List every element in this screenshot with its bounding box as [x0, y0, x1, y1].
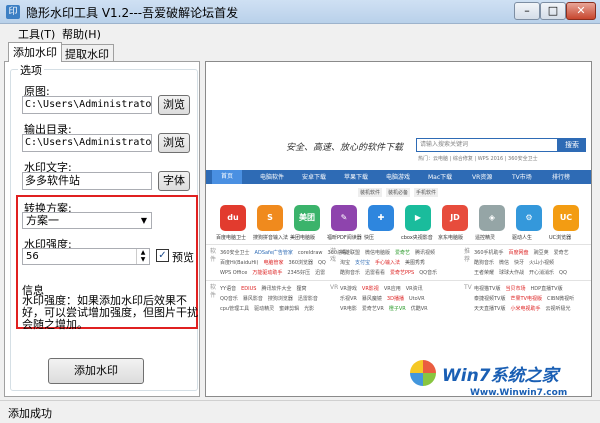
status-bar: 添加成功 — [0, 400, 600, 423]
title-bar: 印 隐形水印工具 V1.2---吾爱破解论坛首发 – □ ✕ — [0, 0, 600, 24]
preview-app-label: 驱动人生 — [512, 235, 533, 241]
preview-app-icon: ◈ — [479, 205, 505, 231]
preview-nav-bar: 首页 电脑软件 安卓下载 苹果下载 电脑游戏 Mac下载 VR资源 TV市场 排… — [206, 170, 591, 184]
preview-app-icon: ✚ — [368, 205, 394, 231]
windows-logo-icon — [410, 360, 436, 386]
preview-app-label: 京东电脑版 — [438, 235, 464, 241]
preview-nav-item: Mac下载 — [428, 174, 453, 181]
preview-link-block: 电视猫TV版 当贝市场 HDP直播TV版 泰捷视频TV版 芒果TV电视版 CIBN微视听… — [474, 286, 575, 312]
status-text: 添加成功 — [8, 407, 52, 420]
preview-category: TV — [464, 284, 472, 291]
maximize-button[interactable]: □ — [540, 2, 566, 20]
preview-nav-item: TV市场 — [512, 174, 532, 181]
preview-app-icon: JD — [442, 205, 468, 231]
preview-search-input: 请输入搜索关键词 — [416, 138, 558, 152]
watermark-text-input[interactable]: 多多软件站 — [22, 172, 152, 190]
strength-value: 56 — [26, 251, 39, 262]
chevron-down-icon[interactable]: ▼ — [137, 213, 151, 228]
add-watermark-button[interactable]: 添加水印 — [48, 358, 144, 384]
preview-slogan: 安全、高速、放心的软件下载 — [286, 143, 404, 153]
preview-link-block: 360手机助手 百度网盘 豌豆荚 爱奇艺 酷狗音乐 微信 快牙 火山小视频 王者荣耀 球球大作… — [474, 250, 569, 276]
preview-nav-item: 首页 — [212, 170, 243, 184]
menu-bar: 工具(T) 帮助(H) — [0, 24, 600, 42]
preview-app-icon: ✎ — [331, 205, 357, 231]
menu-help[interactable]: 帮助(H) — [62, 26, 101, 42]
preview-app-label: UC浏览器 — [549, 235, 572, 241]
preview-nav-item: 电脑软件 — [260, 174, 285, 181]
window-title: 隐形水印工具 V1.2---吾爱破解论坛首发 — [26, 6, 239, 20]
tab-add-watermark[interactable]: 添加水印 — [8, 42, 62, 62]
scheme-select-value: 方案一 — [26, 214, 59, 227]
app-icon: 印 — [6, 5, 20, 19]
preview-link-block: 英雄联盟 微信电脑版 爱奇艺 腾讯视频 淘宝 支付宝 手心输入法 美图秀秀 酷狗音乐 迅雷看看… — [340, 250, 438, 276]
preview-nav-item: 苹果下载 — [344, 174, 369, 181]
close-button[interactable]: ✕ — [566, 2, 596, 20]
preview-label: 预览 — [172, 251, 194, 264]
preview-app-icon: ▶ — [405, 205, 431, 231]
preview-link-block: YY语音 EDIUS 腾讯软件大全 狸窝 QQ音乐 暴风影音 搜狗浏览器 迅雷影音 cpu管… — [220, 286, 318, 312]
image-preview: 安全、高速、放心的软件下载 请输入搜索关键词 搜索 热门：云电脑 | 综合修复 … — [205, 61, 592, 397]
preview-app-label: 福昕PDF阅读器 — [327, 235, 362, 241]
preview-subtab: 装机必备 — [386, 188, 411, 197]
preview-app-label: 百度电脑卫士 — [216, 235, 247, 241]
preview-app-icon: 美团 — [294, 205, 320, 231]
preview-app-label: 搜狗拼音输入法 — [253, 235, 289, 241]
output-path-input[interactable]: C:\Users\Administrator\Desk — [22, 134, 152, 152]
preview-category: 软件 — [210, 284, 217, 299]
source-browse-button[interactable]: 浏览 — [158, 95, 190, 115]
preview-nav-item: 电脑游戏 — [386, 174, 411, 181]
output-browse-button[interactable]: 浏览 — [158, 133, 190, 153]
source-path-input[interactable]: C:\Users\Administrator\Desk — [22, 96, 152, 114]
font-button[interactable]: 字体 — [158, 171, 190, 191]
preview-app-icon: S — [257, 205, 283, 231]
preview-hot-words: 热门：云电脑 | 综合修复 | WPS 2016 | 360安全卫士 — [418, 156, 538, 162]
preview-app-label: 美团电脑版 — [290, 235, 316, 241]
tab-extract-watermark[interactable]: 提取水印 — [60, 44, 114, 61]
preview-divider — [206, 244, 591, 245]
preview-category: 推荐 — [464, 248, 471, 263]
preview-subtab: 手机软件 — [414, 188, 439, 197]
preview-checkbox[interactable]: ✓ — [156, 249, 169, 262]
options-group-title: 选项 — [18, 62, 44, 78]
preview-nav-item: 排行榜 — [552, 174, 571, 181]
preview-category: 游戏 — [330, 248, 337, 263]
spin-up-down-icon[interactable]: ▲ ▼ — [136, 249, 149, 264]
preview-nav-item: 安卓下载 — [302, 174, 327, 181]
watermark-brand: Win7系统之家 — [442, 366, 559, 386]
preview-app-label: 快压 — [364, 235, 375, 241]
preview-app-icon: ⚙ — [516, 205, 542, 231]
preview-link-block: VR游戏 VR影视 VR应用 VR资讯 乐视VR 暴风魔镜 3D播播 UtoVR VR电影爱… — [340, 286, 428, 312]
menu-tools[interactable]: 工具(T) — [18, 26, 55, 42]
strength-stepper[interactable]: 56 ▲ ▼ — [22, 248, 150, 265]
preview-subtab: 装机软件 — [358, 188, 383, 197]
preview-app-icon: UC — [553, 205, 579, 231]
watermark-url: Www.Winwin7.com — [470, 388, 568, 398]
scheme-select[interactable]: 方案一 ▼ — [22, 212, 152, 229]
preview-search-button: 搜索 — [558, 138, 586, 152]
preview-app-label: cbox央视影音 — [401, 235, 433, 241]
preview-category: VR — [330, 284, 339, 291]
preview-app-icon: du — [220, 205, 246, 231]
preview-app-label: 遥控精灵 — [475, 235, 496, 241]
preview-divider — [206, 280, 591, 281]
minimize-button[interactable]: – — [514, 2, 540, 20]
preview-category: 软件 — [210, 248, 217, 263]
info-text: 水印强度：如果添加水印后效果不好，可以尝试增加强度，但图片干扰会随之增加。 — [22, 294, 198, 331]
preview-nav-item: VR资源 — [472, 174, 493, 181]
